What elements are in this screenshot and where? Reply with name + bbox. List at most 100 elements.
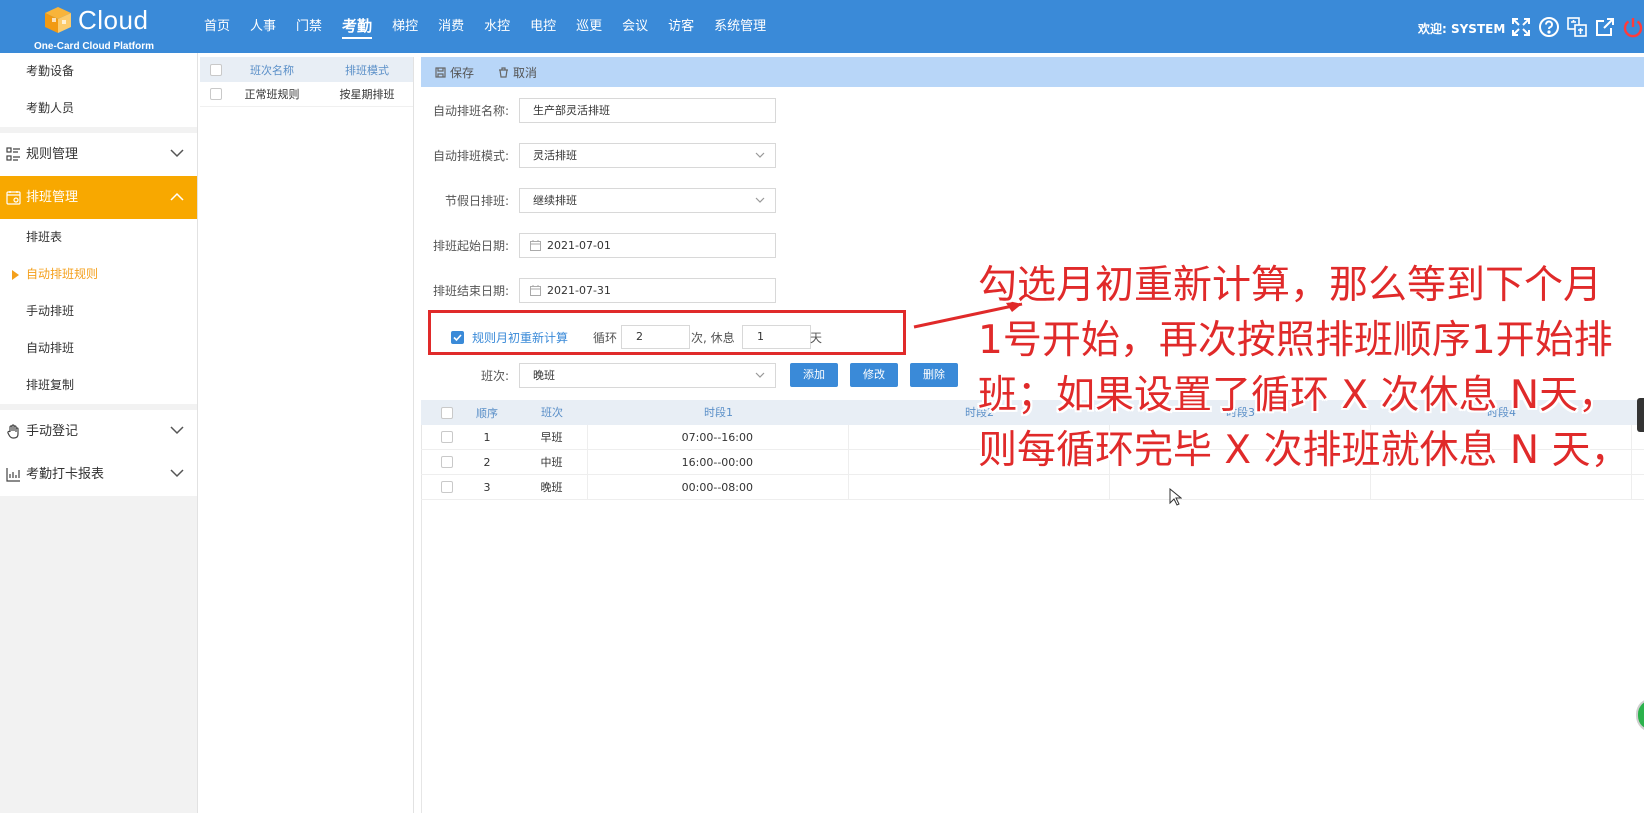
times-rest-label: 次, 休息 [691, 331, 735, 345]
nav-item[interactable]: 访客 [658, 0, 704, 53]
cycle-count-input[interactable]: 2 [621, 325, 690, 349]
column-header[interactable]: 排班模式 [322, 62, 412, 78]
schedule-name-input[interactable]: 生产部灵活排班 [519, 98, 776, 123]
column-header[interactable]: 班次 [516, 400, 588, 425]
nav-item[interactable]: 消费 [428, 0, 474, 53]
sidebar-item-label: 自动排班 [26, 341, 75, 355]
sidebar-group-manual-registration[interactable]: 手动登记 [0, 410, 197, 453]
external-link-icon[interactable] [1594, 16, 1616, 38]
shift-order: 3 [483, 480, 491, 494]
row-checkbox[interactable] [441, 431, 453, 443]
time-period-1: 00:00--08:00 [588, 475, 849, 499]
recalc-label[interactable]: 规则月初重新计算 [472, 329, 568, 346]
end-date-label: 排班结束日期: [432, 284, 509, 298]
fullscreen-icon[interactable] [1510, 16, 1532, 38]
nav-item[interactable]: 巡更 [566, 0, 612, 53]
schedule-mode-select[interactable]: 灵活排班 [519, 143, 776, 168]
report-icon [6, 468, 20, 482]
rule-list: 班次名称 排班模式 正常班规则 按星期排班 [200, 57, 414, 813]
form-row-start-date: 排班起始日期: 2021-07-01 [421, 233, 776, 258]
select-all-checkbox[interactable] [210, 63, 222, 76]
chevron-down-icon [755, 152, 765, 158]
sidebar-item-label: 考勤设备 [26, 64, 75, 78]
sidebar-item-schedule-table[interactable]: 排班表 [0, 219, 197, 256]
nav-item[interactable]: 会议 [612, 0, 658, 53]
nav-item[interactable]: 电控 [520, 0, 566, 53]
sidebar-item-schedule-copy[interactable]: 排班复制 [0, 367, 197, 404]
nav-item[interactable]: 系统管理 [704, 0, 776, 53]
shift-label: 班次: [480, 369, 509, 383]
table-row[interactable]: 3 晚班 00:00--08:00 [421, 475, 1644, 500]
period-end: 08:00 [721, 481, 753, 494]
shift-value: 晚班 [533, 369, 555, 382]
period-end: 16:00 [721, 431, 753, 444]
trash-icon [499, 66, 509, 78]
rules-icon [6, 147, 20, 161]
brand-subtitle: One-Card Cloud Platform [34, 41, 155, 52]
chevron-down-icon [170, 469, 184, 478]
recalc-checkbox[interactable] [451, 331, 464, 344]
shift-name: 中班 [516, 450, 588, 474]
name-label: 自动排班名称: [432, 104, 509, 118]
period-end: 00:00 [721, 456, 753, 469]
sidebar-item-attendance-devices[interactable]: 考勤设备 [0, 53, 197, 90]
shift-order: 1 [483, 430, 491, 444]
nav-item[interactable]: 人事 [240, 0, 286, 53]
header-icons [1510, 16, 1644, 38]
form-row-shift: 班次: 晚班 [421, 363, 776, 388]
logo[interactable]: Cloud One-Card Cloud Platform [30, 2, 170, 52]
save-label: 保存 [450, 65, 475, 80]
shift-order: 2 [483, 455, 491, 469]
sidebar-group-label: 规则管理 [26, 147, 79, 162]
sidebar-group-scheduling[interactable]: 排班管理 [0, 176, 197, 219]
start-date-label: 排班起始日期: [432, 239, 509, 253]
time-period-1: 07:00--16:00 [588, 425, 849, 449]
sidebar-item-attendance-staff[interactable]: 考勤人员 [0, 90, 197, 127]
side-panel-tab[interactable] [1637, 398, 1644, 432]
check-icon [453, 334, 462, 342]
shift-select[interactable]: 晚班 [519, 363, 776, 388]
sidebar-group-rules[interactable]: 规则管理 [0, 133, 197, 176]
help-icon[interactable] [1538, 16, 1560, 38]
start-date-input[interactable]: 2021-07-01 [519, 233, 776, 258]
select-all-checkbox[interactable] [441, 406, 453, 419]
add-button[interactable]: 添加 [790, 363, 838, 387]
nav-item[interactable]: 门禁 [286, 0, 332, 53]
hand-icon [7, 424, 19, 439]
chevron-down-icon [755, 197, 765, 203]
save-button[interactable]: 保存 [435, 64, 474, 81]
nav-item[interactable]: 水控 [474, 0, 520, 53]
time-period-1: 16:00--00:00 [588, 450, 849, 474]
column-header[interactable]: 班次名称 [222, 62, 322, 78]
row-checkbox[interactable] [441, 456, 453, 468]
row-checkbox[interactable] [441, 481, 453, 493]
delete-button[interactable]: 删除 [910, 363, 958, 387]
nav-item[interactable]: 首页 [196, 0, 240, 53]
language-icon[interactable] [1566, 16, 1588, 38]
nav-item[interactable]: 梯控 [382, 0, 428, 53]
rule-list-header: 班次名称 排班模式 [200, 57, 413, 82]
sidebar-item-auto-schedule-rules[interactable]: 自动排班规则 [0, 256, 197, 293]
top-bar: Cloud One-Card Cloud Platform 首页 人事 门禁 考勤 梯控… [0, 0, 1644, 53]
sidebar-item-label: 自动排班规则 [26, 267, 99, 281]
power-icon[interactable] [1622, 16, 1644, 38]
holiday-mode-value: 继续排班 [533, 194, 577, 207]
rest-days-input[interactable]: 1 [742, 325, 811, 349]
column-header[interactable]: 时段1 [588, 400, 849, 425]
holiday-mode-select[interactable]: 继续排班 [519, 188, 776, 213]
nav-item[interactable]: 考勤 [332, 0, 382, 53]
column-header[interactable]: 顺序 [458, 405, 516, 421]
sidebar-group-attendance-report[interactable]: 考勤打卡报表 [0, 453, 197, 496]
rule-mode: 按星期排班 [339, 88, 395, 101]
sidebar-item-manual-schedule[interactable]: 手动排班 [0, 293, 197, 330]
end-date-input[interactable]: 2021-07-31 [519, 278, 776, 303]
cancel-button[interactable]: 取消 [498, 64, 537, 81]
row-checkbox[interactable] [210, 88, 222, 100]
edit-button[interactable]: 修改 [850, 363, 898, 387]
chevron-down-icon [755, 372, 765, 378]
cube-logo-icon [45, 7, 71, 33]
time-period-2 [849, 475, 1110, 499]
table-row[interactable]: 正常班规则 按星期排班 [200, 82, 413, 107]
sidebar-item-auto-schedule[interactable]: 自动排班 [0, 330, 197, 367]
main-nav: 首页 人事 门禁 考勤 梯控 消费 水控 电控 巡更 会议 访客 系统管理 [196, 0, 776, 53]
